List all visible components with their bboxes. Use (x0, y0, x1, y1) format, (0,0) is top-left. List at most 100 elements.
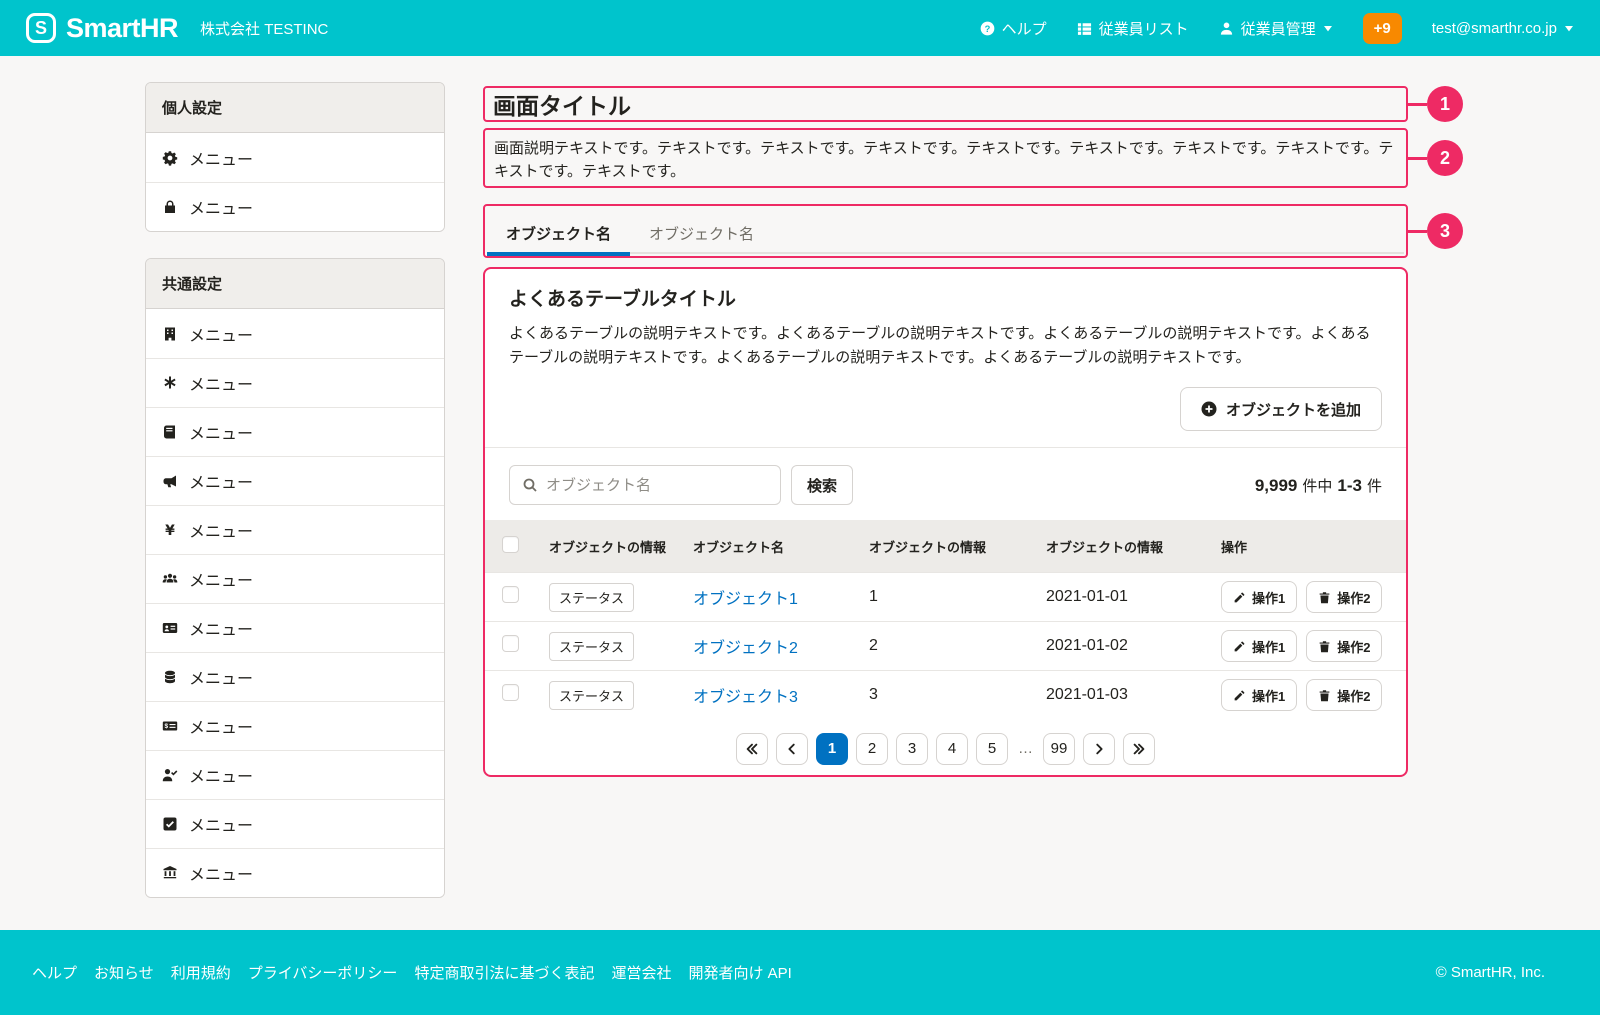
tab-1[interactable]: オブジェクト名 (487, 209, 630, 256)
users-icon (162, 571, 178, 587)
delete-action-button[interactable]: 操作2 (1306, 630, 1382, 662)
object-search-field[interactable] (509, 465, 781, 505)
column-header: オブジェクトの情報 (861, 520, 1038, 573)
sidebar-menu: メニュー メニュー (146, 133, 444, 231)
sidebar-section-title: 共通設定 (146, 259, 444, 309)
sidebar-menu-item[interactable]: メニュー (146, 456, 444, 505)
sidebar-menu-item[interactable]: メニュー (146, 554, 444, 603)
search-input[interactable] (546, 477, 768, 494)
sidebar-menu-item[interactable]: メニュー (146, 407, 444, 456)
tab-2[interactable]: オブジェクト名 (630, 209, 773, 256)
pagination-last-button[interactable] (1123, 733, 1155, 765)
list-icon (1077, 21, 1092, 36)
footer-link[interactable]: 開発者向け API (688, 962, 791, 983)
notification-badge[interactable]: +9 (1363, 13, 1402, 44)
delete-action-button[interactable]: 操作2 (1306, 679, 1382, 711)
sidebar-menu-item[interactable]: メニュー (146, 603, 444, 652)
result-total: 9,999 (1255, 476, 1298, 496)
svg-text:¥: ¥ (165, 523, 175, 538)
sidebar-menu-item[interactable]: メニュー (146, 358, 444, 407)
caret-down-icon (1564, 23, 1574, 33)
annotation-connector (1406, 230, 1427, 233)
status-badge: ステータス (549, 632, 634, 661)
footer-link[interactable]: 利用規約 (171, 962, 231, 983)
plus-circle-icon (1201, 401, 1217, 417)
table-row: ステータス オブジェクト1 1 2021-01-01 操作1 操作2 (485, 573, 1406, 622)
sidebar-item-label: メニュー (189, 861, 253, 885)
object-link[interactable]: オブジェクト3 (693, 689, 798, 706)
status-badge: ステータス (549, 681, 634, 710)
sidebar-item-label: メニュー (189, 195, 253, 219)
pagination-page-4[interactable]: 4 (936, 733, 968, 765)
sidebar-item-label: メニュー (189, 665, 253, 689)
annotation-number: 1 (1427, 86, 1463, 122)
edit-action-button[interactable]: 操作1 (1221, 679, 1297, 711)
search-button[interactable]: 検索 (791, 465, 853, 505)
sidebar-section-title: 個人設定 (146, 83, 444, 133)
pagination-first-button[interactable] (736, 733, 768, 765)
page-description: 画面説明テキストです。テキストです。テキストです。テキストです。テキストです。テ… (494, 137, 1397, 183)
footer-link[interactable]: お知らせ (94, 962, 154, 983)
sidebar-menu-item[interactable]: メニュー (146, 182, 444, 231)
sidebar-item-label: メニュー (189, 469, 253, 493)
sidebar: 個人設定 メニュー メニュー 共通設定 メニュー メニュー メニュー メニュー … (145, 82, 445, 898)
footer-link[interactable]: 運営会社 (611, 962, 671, 983)
table-row: ステータス オブジェクト2 2 2021-01-02 操作1 操作2 (485, 622, 1406, 671)
check-square-icon (162, 816, 178, 832)
status-badge: ステータス (549, 583, 634, 612)
account-dropdown[interactable]: test@smarthr.co.jp (1432, 20, 1574, 37)
sidebar-menu-item[interactable]: メニュー (146, 799, 444, 848)
sidebar-menu-item[interactable]: $ メニュー (146, 701, 444, 750)
sidebar-menu-item[interactable]: ¥ メニュー (146, 505, 444, 554)
delete-action-button[interactable]: 操作2 (1306, 581, 1382, 613)
add-object-button[interactable]: オブジェクトを追加 (1180, 387, 1382, 431)
row-checkbox[interactable] (502, 684, 519, 701)
edit-action-label: 操作1 (1252, 637, 1285, 656)
pagination-prev-button[interactable] (776, 733, 808, 765)
pagination-page-99[interactable]: 99 (1043, 733, 1075, 765)
edit-action-button[interactable]: 操作1 (1221, 630, 1297, 662)
sidebar-menu-item[interactable]: メニュー (146, 848, 444, 897)
pagination-page-1[interactable]: 1 (816, 733, 848, 765)
employee-list-link[interactable]: 従業員リスト (1077, 18, 1189, 39)
pagination-page-3[interactable]: 3 (896, 733, 928, 765)
footer-link[interactable]: プライバシーポリシー (248, 962, 398, 983)
object-link[interactable]: オブジェクト1 (693, 591, 798, 608)
select-all-checkbox[interactable] (502, 536, 519, 553)
column-header: オブジェクトの情報 (1038, 520, 1213, 573)
help-link[interactable]: ? ヘルプ (980, 18, 1047, 39)
sidebar-item-label: メニュー (189, 812, 253, 836)
header-nav: ? ヘルプ 従業員リスト 従業員管理 +9 test@smarthr.co.jp (980, 13, 1574, 44)
sidebar-item-label: メニュー (189, 420, 253, 444)
pagination-page-2[interactable]: 2 (856, 733, 888, 765)
sidebar-section: 共通設定 メニュー メニュー メニュー メニュー ¥ メニュー メニュー メニュ… (145, 258, 445, 898)
sidebar-menu-item[interactable]: メニュー (146, 309, 444, 358)
landmark-icon (162, 865, 178, 881)
sidebar-menu-item[interactable]: メニュー (146, 133, 444, 182)
employee-manage-dropdown[interactable]: 従業員管理 (1219, 18, 1333, 39)
edit-action-button[interactable]: 操作1 (1221, 581, 1297, 613)
app-header: S SmartHR 株式会社 TESTINC ? ヘルプ 従業員リスト 従業員管… (0, 0, 1600, 56)
sidebar-menu-item[interactable]: メニュー (146, 750, 444, 799)
help-link-label: ヘルプ (1002, 18, 1047, 39)
object-link[interactable]: オブジェクト2 (693, 640, 798, 657)
row-checkbox[interactable] (502, 635, 519, 652)
copyright: © SmartHR, Inc. (1436, 964, 1545, 981)
app-footer: ヘルプお知らせ利用規約プライバシーポリシー特定商取引法に基づく表記運営会社開発者… (0, 930, 1600, 1015)
annotated-table-card: よくあるテーブルタイトル よくあるテーブルの説明テキストです。よくあるテーブルの… (483, 267, 1408, 777)
smarthr-logo[interactable]: S SmartHR (26, 13, 178, 44)
object-table: オブジェクトの情報 オブジェクト名 オブジェクトの情報 オブジェクトの情報 操作… (485, 520, 1406, 720)
footer-link[interactable]: ヘルプ (32, 962, 77, 983)
sidebar-menu-item[interactable]: メニュー (146, 652, 444, 701)
table-header-row: オブジェクトの情報 オブジェクト名 オブジェクトの情報 オブジェクトの情報 操作 (485, 520, 1406, 573)
row-checkbox[interactable] (502, 586, 519, 603)
table-row: ステータス オブジェクト3 3 2021-01-03 操作1 操作2 (485, 671, 1406, 720)
footer-link[interactable]: 特定商取引法に基づく表記 (414, 962, 594, 983)
pagination-next-button[interactable] (1083, 733, 1115, 765)
object-date-cell: 2021-01-01 (1038, 573, 1213, 622)
pagination-page-5[interactable]: 5 (976, 733, 1008, 765)
brand-name: SmartHR (66, 13, 178, 44)
chevron-left-icon (785, 742, 799, 756)
table-section-title: よくあるテーブルタイトル (509, 284, 1382, 311)
building-icon (162, 326, 178, 342)
